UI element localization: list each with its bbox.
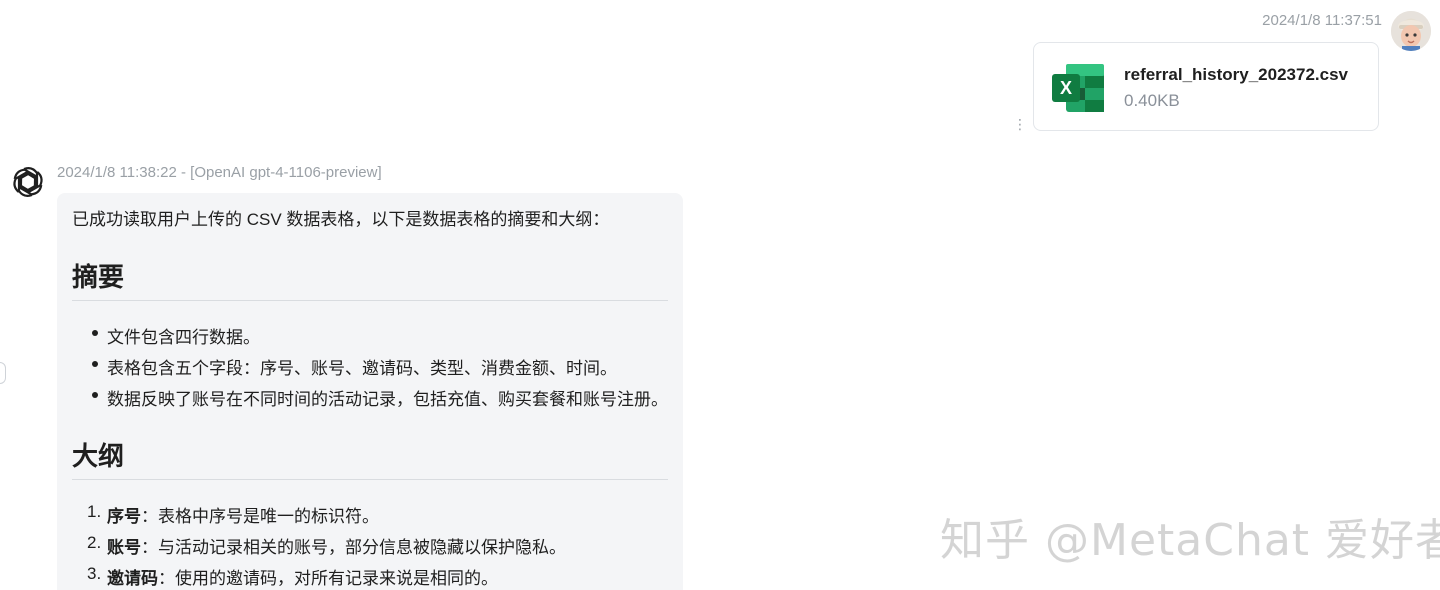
bullet-icon	[92, 330, 98, 336]
file-name: referral_history_202372.csv	[1124, 65, 1348, 84]
outline-list-item: 1. 序号：表格中序号是唯一的标识符。	[87, 502, 379, 527]
assistant-message-bubble: 已成功读取用户上传的 CSV 数据表格，以下是数据表格的摘要和大纲： 摘要 文件…	[57, 193, 683, 590]
summary-item-text: 表格包含五个字段：序号、账号、邀请码、类型、消费金额、时间。	[107, 359, 617, 378]
user-avatar[interactable]	[1391, 11, 1431, 51]
outline-item-term: 序号	[107, 507, 141, 526]
outline-item-text: ：与活动记录相关的账号，部分信息被隐藏以保护隐私。	[141, 538, 566, 557]
watermark: 知乎 @MetaChat 爱好者	[940, 515, 1440, 566]
outline-heading: 大纲	[72, 436, 668, 480]
openai-logo-icon	[9, 163, 47, 201]
outline-item-number: 2.	[87, 533, 102, 552]
summary-list-item: 表格包含五个字段：序号、账号、邀请码、类型、消费金额、时间。	[92, 354, 617, 379]
bullet-icon	[92, 361, 98, 367]
excel-icon-letter: X	[1060, 78, 1072, 98]
outline-item-text: ：表格中序号是唯一的标识符。	[141, 507, 379, 526]
more-vertical-icon[interactable]: ⋮	[1013, 114, 1027, 134]
user-message-timestamp: 2024/1/8 11:37:51	[1262, 12, 1382, 29]
outline-item-number: 1.	[87, 502, 102, 521]
outline-item-term: 邀请码	[107, 569, 158, 588]
outline-list-item: 3. 邀请码：使用的邀请码，对所有记录来说是相同的。	[87, 564, 498, 589]
file-size: 0.40KB	[1124, 91, 1180, 110]
summary-heading: 摘要	[72, 257, 668, 301]
outline-item-number: 3.	[87, 564, 102, 583]
excel-file-icon: X	[1052, 63, 1106, 113]
chat-page: 2024/1/8 11:37:51 X referral_history_202…	[0, 0, 1440, 590]
user-avatar-image	[1391, 11, 1431, 51]
summary-item-text: 数据反映了账号在不同时间的活动记录，包括充值、购买套餐和账号注册。	[107, 390, 668, 409]
outline-item-term: 账号	[107, 538, 141, 557]
assistant-intro-text: 已成功读取用户上传的 CSV 数据表格，以下是数据表格的摘要和大纲：	[72, 210, 610, 229]
summary-item-text: 文件包含四行数据。	[107, 328, 260, 347]
sidebar-toggle-handle[interactable]	[0, 362, 6, 384]
outline-list-item: 2. 账号：与活动记录相关的账号，部分信息被隐藏以保护隐私。	[87, 533, 566, 558]
bullet-icon	[92, 392, 98, 398]
attached-file-card[interactable]: X referral_history_202372.csv 0.40KB	[1033, 42, 1379, 131]
summary-list-item: 文件包含四行数据。	[92, 323, 260, 348]
outline-item-text: ：使用的邀请码，对所有记录来说是相同的。	[158, 569, 498, 588]
summary-list-item: 数据反映了账号在不同时间的活动记录，包括充值、购买套餐和账号注册。	[92, 385, 668, 410]
assistant-message-meta: 2024/1/8 11:38:22 - [OpenAI gpt-4-1106-p…	[57, 164, 382, 181]
